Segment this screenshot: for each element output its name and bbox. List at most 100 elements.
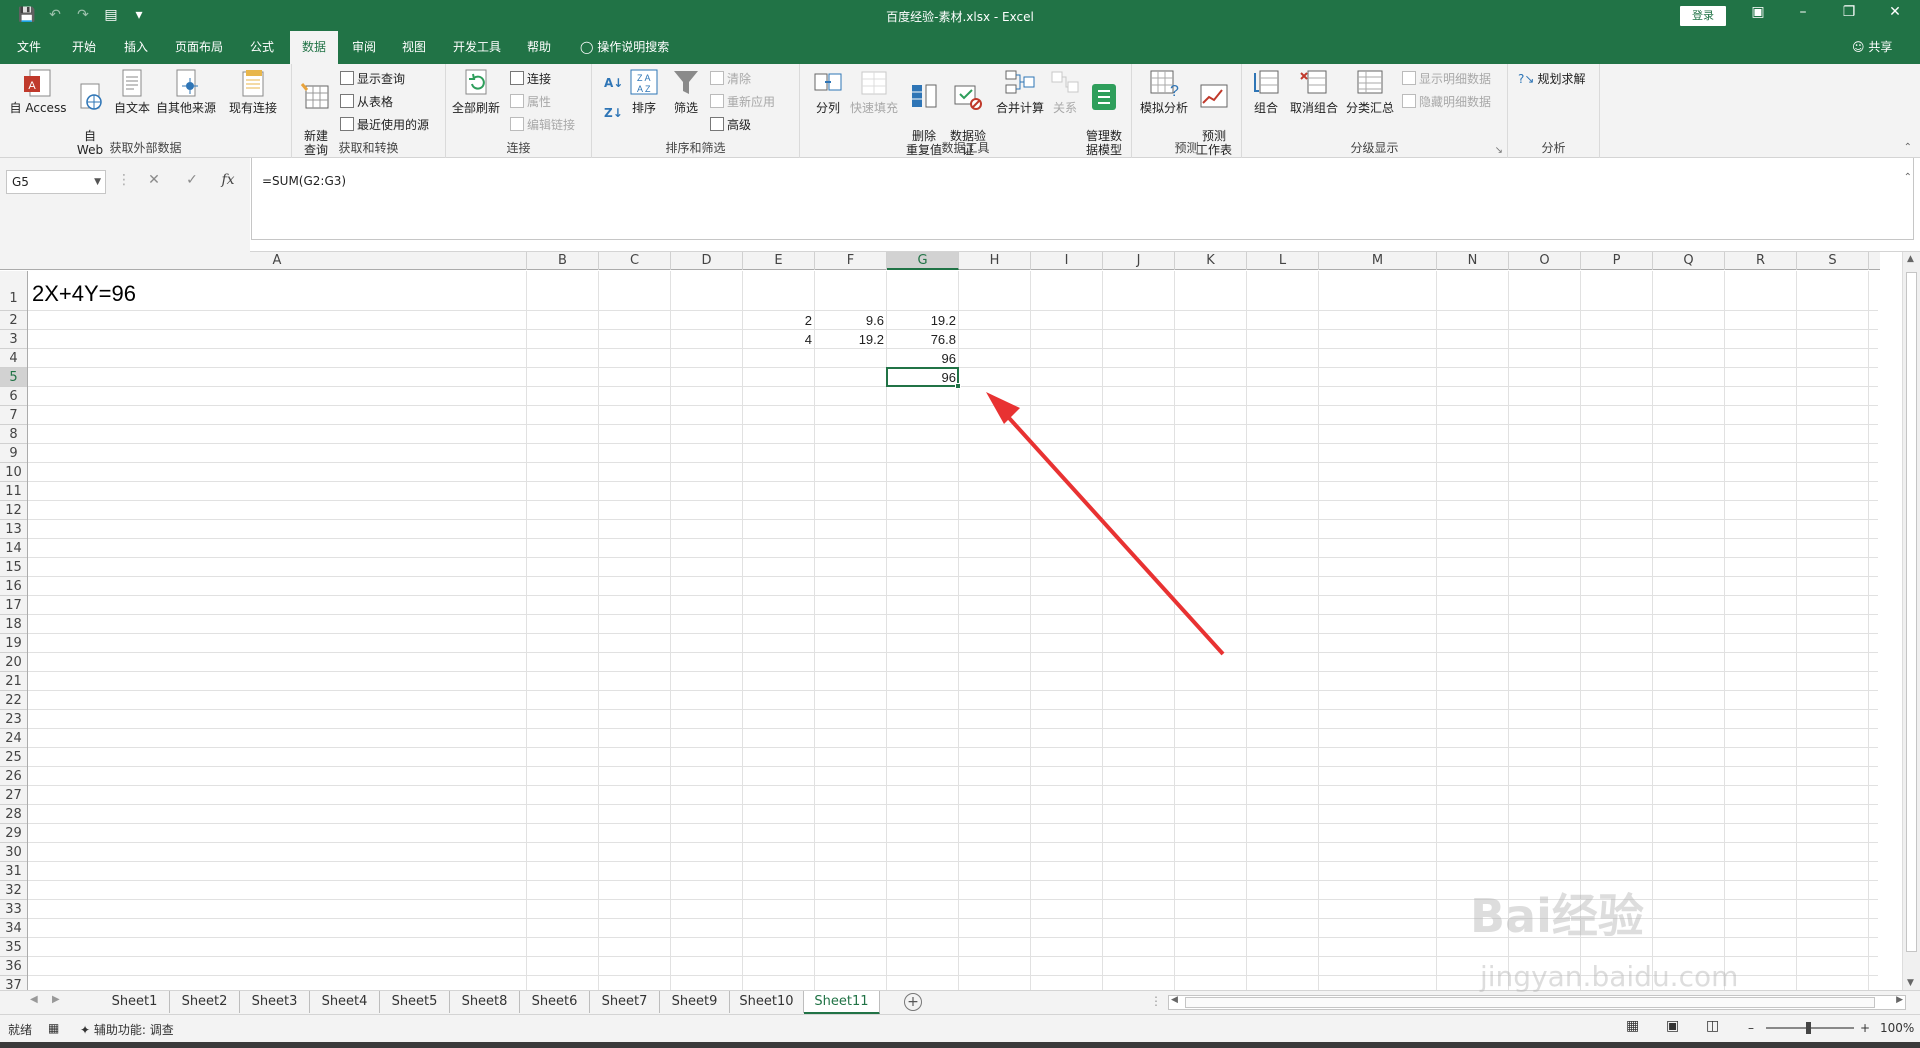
sheet-tab-sheet1[interactable]: Sheet1 xyxy=(100,991,170,1013)
clear-filter-button[interactable]: 清除 xyxy=(710,70,751,88)
column-header-n[interactable]: N xyxy=(1437,252,1509,270)
row-header-15[interactable]: 15 xyxy=(0,558,27,577)
existing-connections-button[interactable]: 现有连接 xyxy=(224,68,282,115)
column-header-o[interactable]: O xyxy=(1509,252,1581,270)
row-header-10[interactable]: 10 xyxy=(0,463,27,482)
sheet-tab-sheet4[interactable]: Sheet4 xyxy=(310,991,380,1013)
zoom-in-icon[interactable]: + xyxy=(1860,1021,1870,1035)
sheet-tab-sheet11[interactable]: Sheet11 xyxy=(804,991,880,1015)
page-break-view-icon[interactable]: ◫ xyxy=(1706,1018,1719,1034)
tab-help[interactable]: 帮助 xyxy=(518,31,560,64)
tab-developer[interactable]: 开发工具 xyxy=(446,31,508,64)
insert-function-icon[interactable]: fx xyxy=(216,172,240,188)
filter-button[interactable]: 筛选 xyxy=(668,68,704,115)
cancel-icon[interactable]: ✕ xyxy=(142,172,166,188)
ribbon-display-options-icon[interactable]: ▣ xyxy=(1735,4,1781,20)
tab-insert[interactable]: 插入 xyxy=(114,31,158,64)
sheet-tab-sheet6[interactable]: Sheet6 xyxy=(520,991,590,1013)
row-header-29[interactable]: 29 xyxy=(0,824,27,843)
row-header-20[interactable]: 20 xyxy=(0,653,27,672)
column-header-q[interactable]: Q xyxy=(1653,252,1725,270)
cell-f3[interactable]: 19.2 xyxy=(815,330,887,349)
row-header-5[interactable]: 5 xyxy=(0,368,27,387)
zoom-level[interactable]: 100% xyxy=(1880,1021,1914,1035)
tab-page-layout[interactable]: 页面布局 xyxy=(168,31,230,64)
row-header-25[interactable]: 25 xyxy=(0,748,27,767)
connections-button[interactable]: 连接 xyxy=(510,70,551,88)
relationships-button[interactable]: 关系 xyxy=(1048,68,1082,115)
row-header-6[interactable]: 6 xyxy=(0,387,27,406)
accessibility-status[interactable]: ✦ 辅助功能: 调查 xyxy=(80,1021,174,1038)
cell-a1[interactable]: 2X+4Y=96 xyxy=(32,281,136,307)
group-rows-button[interactable]: 组合 xyxy=(1248,68,1284,115)
sheet-tab-sheet2[interactable]: Sheet2 xyxy=(170,991,240,1013)
tab-data[interactable]: 数据 xyxy=(290,31,338,64)
column-header-r[interactable]: R xyxy=(1725,252,1797,270)
column-header-j[interactable]: J xyxy=(1103,252,1175,270)
column-header-b[interactable]: B xyxy=(527,252,599,270)
cell-e2[interactable]: 2 xyxy=(743,311,815,330)
row-header-24[interactable]: 24 xyxy=(0,729,27,748)
reapply-button[interactable]: 重新应用 xyxy=(710,93,775,111)
row-header-8[interactable]: 8 xyxy=(0,425,27,444)
row-header-21[interactable]: 21 xyxy=(0,672,27,691)
show-queries-button[interactable]: 显示查询 xyxy=(340,70,405,88)
row-header-12[interactable]: 12 xyxy=(0,501,27,520)
row-header-11[interactable]: 11 xyxy=(0,482,27,501)
scroll-up-icon[interactable]: ▲ xyxy=(1907,254,1914,264)
share-button[interactable]: ☺ 共享 xyxy=(1852,31,1892,64)
sheet-tab-sheet7[interactable]: Sheet7 xyxy=(590,991,660,1013)
horizontal-scroll-thumb[interactable] xyxy=(1185,997,1875,1008)
from-text-button[interactable]: 自文本 xyxy=(110,68,154,115)
vertical-scrollbar[interactable]: ▲ ▼ xyxy=(1902,252,1920,990)
dialog-launcher-icon[interactable]: ↘ xyxy=(1495,145,1503,156)
horizontal-scrollbar[interactable]: ◀ ▶ xyxy=(1168,995,1906,1010)
consolidate-button[interactable]: 合并计算 xyxy=(992,68,1048,115)
column-header-g[interactable]: G xyxy=(887,252,959,270)
column-header-s[interactable]: S xyxy=(1797,252,1869,270)
normal-view-icon[interactable]: ▦ xyxy=(1626,1018,1639,1034)
sheet-tab-sheet3[interactable]: Sheet3 xyxy=(240,991,310,1013)
row-header-17[interactable]: 17 xyxy=(0,596,27,615)
row-header-3[interactable]: 3 xyxy=(0,330,27,349)
row-header-35[interactable]: 35 xyxy=(0,938,27,957)
row-header-27[interactable]: 27 xyxy=(0,786,27,805)
row-header-14[interactable]: 14 xyxy=(0,539,27,558)
login-button[interactable]: 登录 xyxy=(1680,6,1726,26)
split-handle-icon[interactable]: ⋮ xyxy=(1150,994,1162,1008)
tell-me-search[interactable]: ◯ 操作说明搜索 xyxy=(580,31,669,64)
zoom-slider[interactable] xyxy=(1766,1022,1854,1034)
row-header-32[interactable]: 32 xyxy=(0,881,27,900)
minimize-icon[interactable]: – xyxy=(1780,4,1826,20)
subtotal-button[interactable]: 分类汇总 xyxy=(1344,68,1396,115)
chevron-down-icon[interactable]: ▼ xyxy=(94,171,101,193)
scroll-left-icon[interactable]: ◀ xyxy=(1171,995,1178,1005)
maximize-icon[interactable]: ❐ xyxy=(1826,4,1872,20)
column-header-p[interactable]: P xyxy=(1581,252,1653,270)
expand-formula-bar-icon[interactable]: ⌃ xyxy=(1904,172,1912,183)
row-header-33[interactable]: 33 xyxy=(0,900,27,919)
row-header-26[interactable]: 26 xyxy=(0,767,27,786)
scroll-sheets-left-icon[interactable]: ◀ xyxy=(30,994,38,1005)
row-header-23[interactable]: 23 xyxy=(0,710,27,729)
cell-g2[interactable]: 19.2 xyxy=(887,311,959,330)
sheet-tab-sheet9[interactable]: Sheet9 xyxy=(660,991,730,1013)
cell-g4[interactable]: 96 xyxy=(887,349,959,368)
tab-view[interactable]: 视图 xyxy=(394,31,434,64)
row-header-9[interactable]: 9 xyxy=(0,444,27,463)
refresh-all-button[interactable]: 全部刷新 xyxy=(450,68,502,115)
row-header-18[interactable]: 18 xyxy=(0,615,27,634)
fill-handle[interactable] xyxy=(955,383,961,389)
flash-fill-button[interactable]: 快速填充 xyxy=(848,68,900,115)
row-header-7[interactable]: 7 xyxy=(0,406,27,425)
sheet-tab-sheet8[interactable]: Sheet8 xyxy=(450,991,520,1013)
name-box[interactable]: G5 ▼ xyxy=(6,170,106,194)
column-header-i[interactable]: I xyxy=(1031,252,1103,270)
recent-sources-button[interactable]: 最近使用的源 xyxy=(340,116,429,134)
row-header-19[interactable]: 19 xyxy=(0,634,27,653)
scroll-sheets-right-icon[interactable]: ▶ xyxy=(52,994,60,1005)
cell-f2[interactable]: 9.6 xyxy=(815,311,887,330)
column-header-m[interactable]: M xyxy=(1319,252,1437,270)
scroll-right-icon[interactable]: ▶ xyxy=(1896,995,1903,1005)
row-header-30[interactable]: 30 xyxy=(0,843,27,862)
